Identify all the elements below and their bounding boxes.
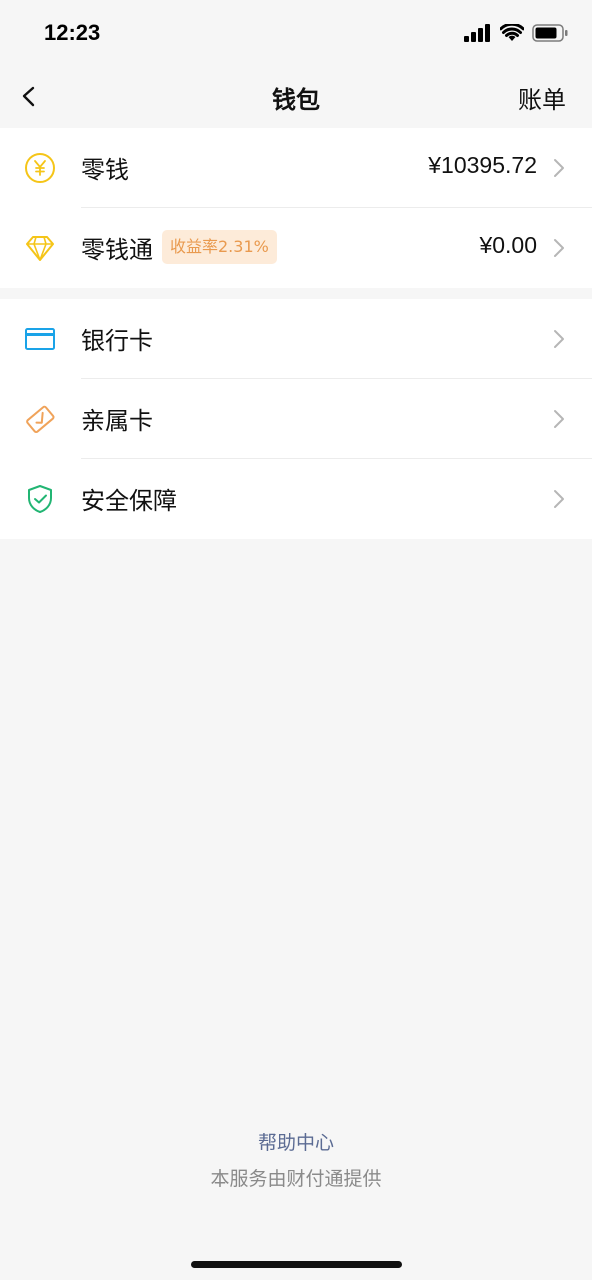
yuan-coin-icon xyxy=(25,153,55,183)
lingqiantong-value: ¥0.00 xyxy=(479,232,537,258)
help-center-link[interactable]: 帮助中心 xyxy=(0,1128,592,1155)
row-label: 亲属卡 xyxy=(81,407,153,435)
row-label: 零钱 xyxy=(81,156,129,184)
chevron-right-icon xyxy=(554,330,564,348)
status-time: 12:23 xyxy=(44,20,101,45)
row-bank-card[interactable]: 银行卡 xyxy=(0,299,592,379)
service-provider-text: 本服务由财付通提供 xyxy=(210,1168,382,1190)
row-change[interactable]: 零钱 ¥10395.72 xyxy=(0,128,592,208)
home-indicator[interactable] xyxy=(191,1261,402,1268)
bill-button[interactable]: 账单 xyxy=(518,80,566,115)
row-family-card[interactable]: 亲属卡 xyxy=(0,379,592,459)
row-label: 银行卡 xyxy=(81,327,153,355)
yield-badge: 收益率2.31% xyxy=(162,230,277,264)
chevron-right-icon xyxy=(554,159,564,177)
chevron-right-icon xyxy=(554,490,564,508)
shield-check-icon xyxy=(28,485,52,513)
cards-group: 银行卡 亲属卡 安全保障 xyxy=(0,299,592,539)
balance-group: 零钱 ¥10395.72 零钱通 收益率2.31% ¥0.00 xyxy=(0,128,592,288)
wifi-icon xyxy=(500,24,524,41)
status-icons xyxy=(464,24,568,42)
diamond-icon xyxy=(26,236,54,261)
row-label: 零钱通 xyxy=(81,236,153,264)
cellular-signal-icon xyxy=(464,24,490,42)
chevron-right-icon xyxy=(554,239,564,257)
row-security[interactable]: 安全保障 xyxy=(0,459,592,539)
chevron-right-icon xyxy=(554,410,564,428)
status-bar: 12:23 xyxy=(0,0,592,70)
bank-card-icon xyxy=(25,328,55,350)
row-lingqiantong[interactable]: 零钱通 收益率2.31% ¥0.00 xyxy=(0,208,592,288)
page-title: 钱包 xyxy=(272,86,320,114)
row-label: 安全保障 xyxy=(81,487,177,515)
family-card-icon xyxy=(26,405,55,434)
nav-bar: 钱包 账单 xyxy=(0,70,592,126)
battery-icon xyxy=(532,24,568,42)
balance-value: ¥10395.72 xyxy=(428,152,537,178)
